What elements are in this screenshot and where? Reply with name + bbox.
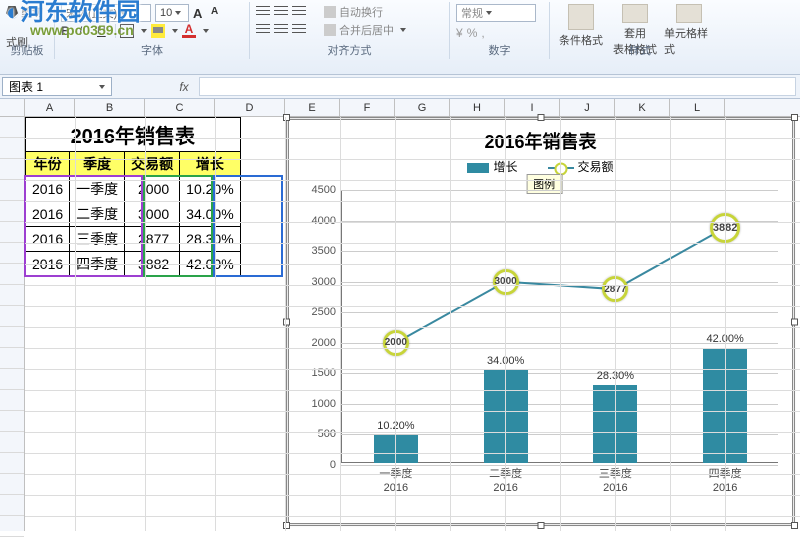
group-label-align: 对齐方式 [250,42,449,58]
data-table: 2016年销售表 年份 季度 交易额 增长 2016一季度200010.20% … [25,117,241,277]
col-header-K[interactable]: K [615,99,670,116]
table-title: 2016年销售表 [26,118,241,152]
resize-handle[interactable] [791,318,798,325]
col-header-L[interactable]: L [670,99,725,116]
formula-input[interactable] [199,77,796,96]
resize-handle[interactable] [791,522,798,529]
currency-icon[interactable]: ¥ [456,26,463,40]
legend-bar-swatch [467,163,489,173]
col-header-C[interactable]: C [145,99,215,116]
ribbon-group-style: 条件格式 套用 表格格式 单元格样式 样式 [550,2,730,59]
align-left-icon[interactable] [256,24,270,36]
fx-icon[interactable]: fx [169,75,199,98]
name-box[interactable]: 图表 1 [2,77,112,96]
col-header-A[interactable]: A [25,99,75,116]
fill-color-button[interactable] [151,24,165,38]
percent-icon[interactable]: % [467,26,478,40]
worksheet[interactable]: 2016年销售表 年份 季度 交易额 增长 2016一季度200010.20% … [0,117,800,531]
chevron-down-icon [203,29,209,33]
chart-legend[interactable]: 增长 交易额 图例 [289,158,792,175]
group-label-clipboard: 剪贴板 [0,42,54,58]
increase-font-icon[interactable]: A [193,6,207,20]
align-right-icon[interactable] [292,24,306,36]
cells-area[interactable]: 2016年销售表 年份 季度 交易额 增长 2016一季度200010.20% … [25,117,800,531]
col-header-J[interactable]: J [560,99,615,116]
legend-label: 交易额 [578,160,614,174]
column-headers: ABCDEFGHIJKL [0,99,800,117]
y-tick: 2500 [312,306,336,318]
group-label-style: 样式 [550,42,730,58]
chevron-down-icon [400,28,406,32]
th-year: 年份 [26,152,70,177]
watermark-url: www.pc0359.cn [30,22,134,38]
col-header-G[interactable]: G [395,99,450,116]
y-tick: 0 [330,459,336,471]
col-header-E[interactable]: E [285,99,340,116]
y-tick: 500 [318,428,336,440]
cell-style-icon [676,4,702,23]
ribbon-group-alignment: 自动换行 合并后居中 对齐方式 [250,2,450,59]
chart-title[interactable]: 2016年销售表 [289,128,792,154]
chevron-down-icon [486,11,492,15]
align-center-icon[interactable] [274,24,288,36]
comma-icon[interactable]: , [481,26,484,40]
cell: 三季度 [70,227,125,252]
y-tick: 1000 [312,398,336,410]
wrap-text-button[interactable]: 自动换行 [324,4,383,20]
chevron-down-icon [99,85,105,89]
align-bottom-icon[interactable] [292,6,306,18]
formula-bar: 图表 1 fx [0,75,800,99]
group-label-number: 数字 [450,42,549,58]
col-header-F[interactable]: F [340,99,395,116]
conditional-format-icon [568,4,594,30]
th-amount: 交易额 [125,152,180,177]
th-growth: 增长 [180,152,240,177]
chevron-down-icon [141,29,147,33]
cell: 2016 [26,227,70,252]
ribbon-group-number: 常规 ¥ % , 数字 [450,2,550,59]
cell: 2877 [125,227,180,252]
select-all-corner[interactable] [0,99,25,116]
group-label-font: 字体 [55,42,249,58]
y-tick: 2000 [312,337,336,349]
y-tick: 4500 [312,184,336,196]
chevron-down-icon [172,29,178,33]
font-size-select[interactable]: 10 [155,4,189,22]
col-header-D[interactable]: D [215,99,285,116]
col-header-I[interactable]: I [505,99,560,116]
cell: 28.30% [180,227,240,252]
decrease-font-icon[interactable]: A [211,6,225,20]
y-tick: 3500 [312,245,336,257]
font-color-button[interactable]: A [182,24,196,38]
align-top-icon[interactable] [256,6,270,18]
resize-handle[interactable] [537,522,544,529]
align-middle-icon[interactable] [274,6,288,18]
row-headers [0,117,25,531]
col-header-H[interactable]: H [450,99,505,116]
th-quarter: 季度 [70,152,125,177]
chevron-down-icon [175,11,181,15]
number-format-select[interactable]: 常规 [456,4,536,22]
y-tick: 4000 [312,215,336,227]
merge-center-button[interactable]: 合并后居中 [324,22,406,38]
table-format-icon [622,4,648,23]
col-header-B[interactable]: B [75,99,145,116]
